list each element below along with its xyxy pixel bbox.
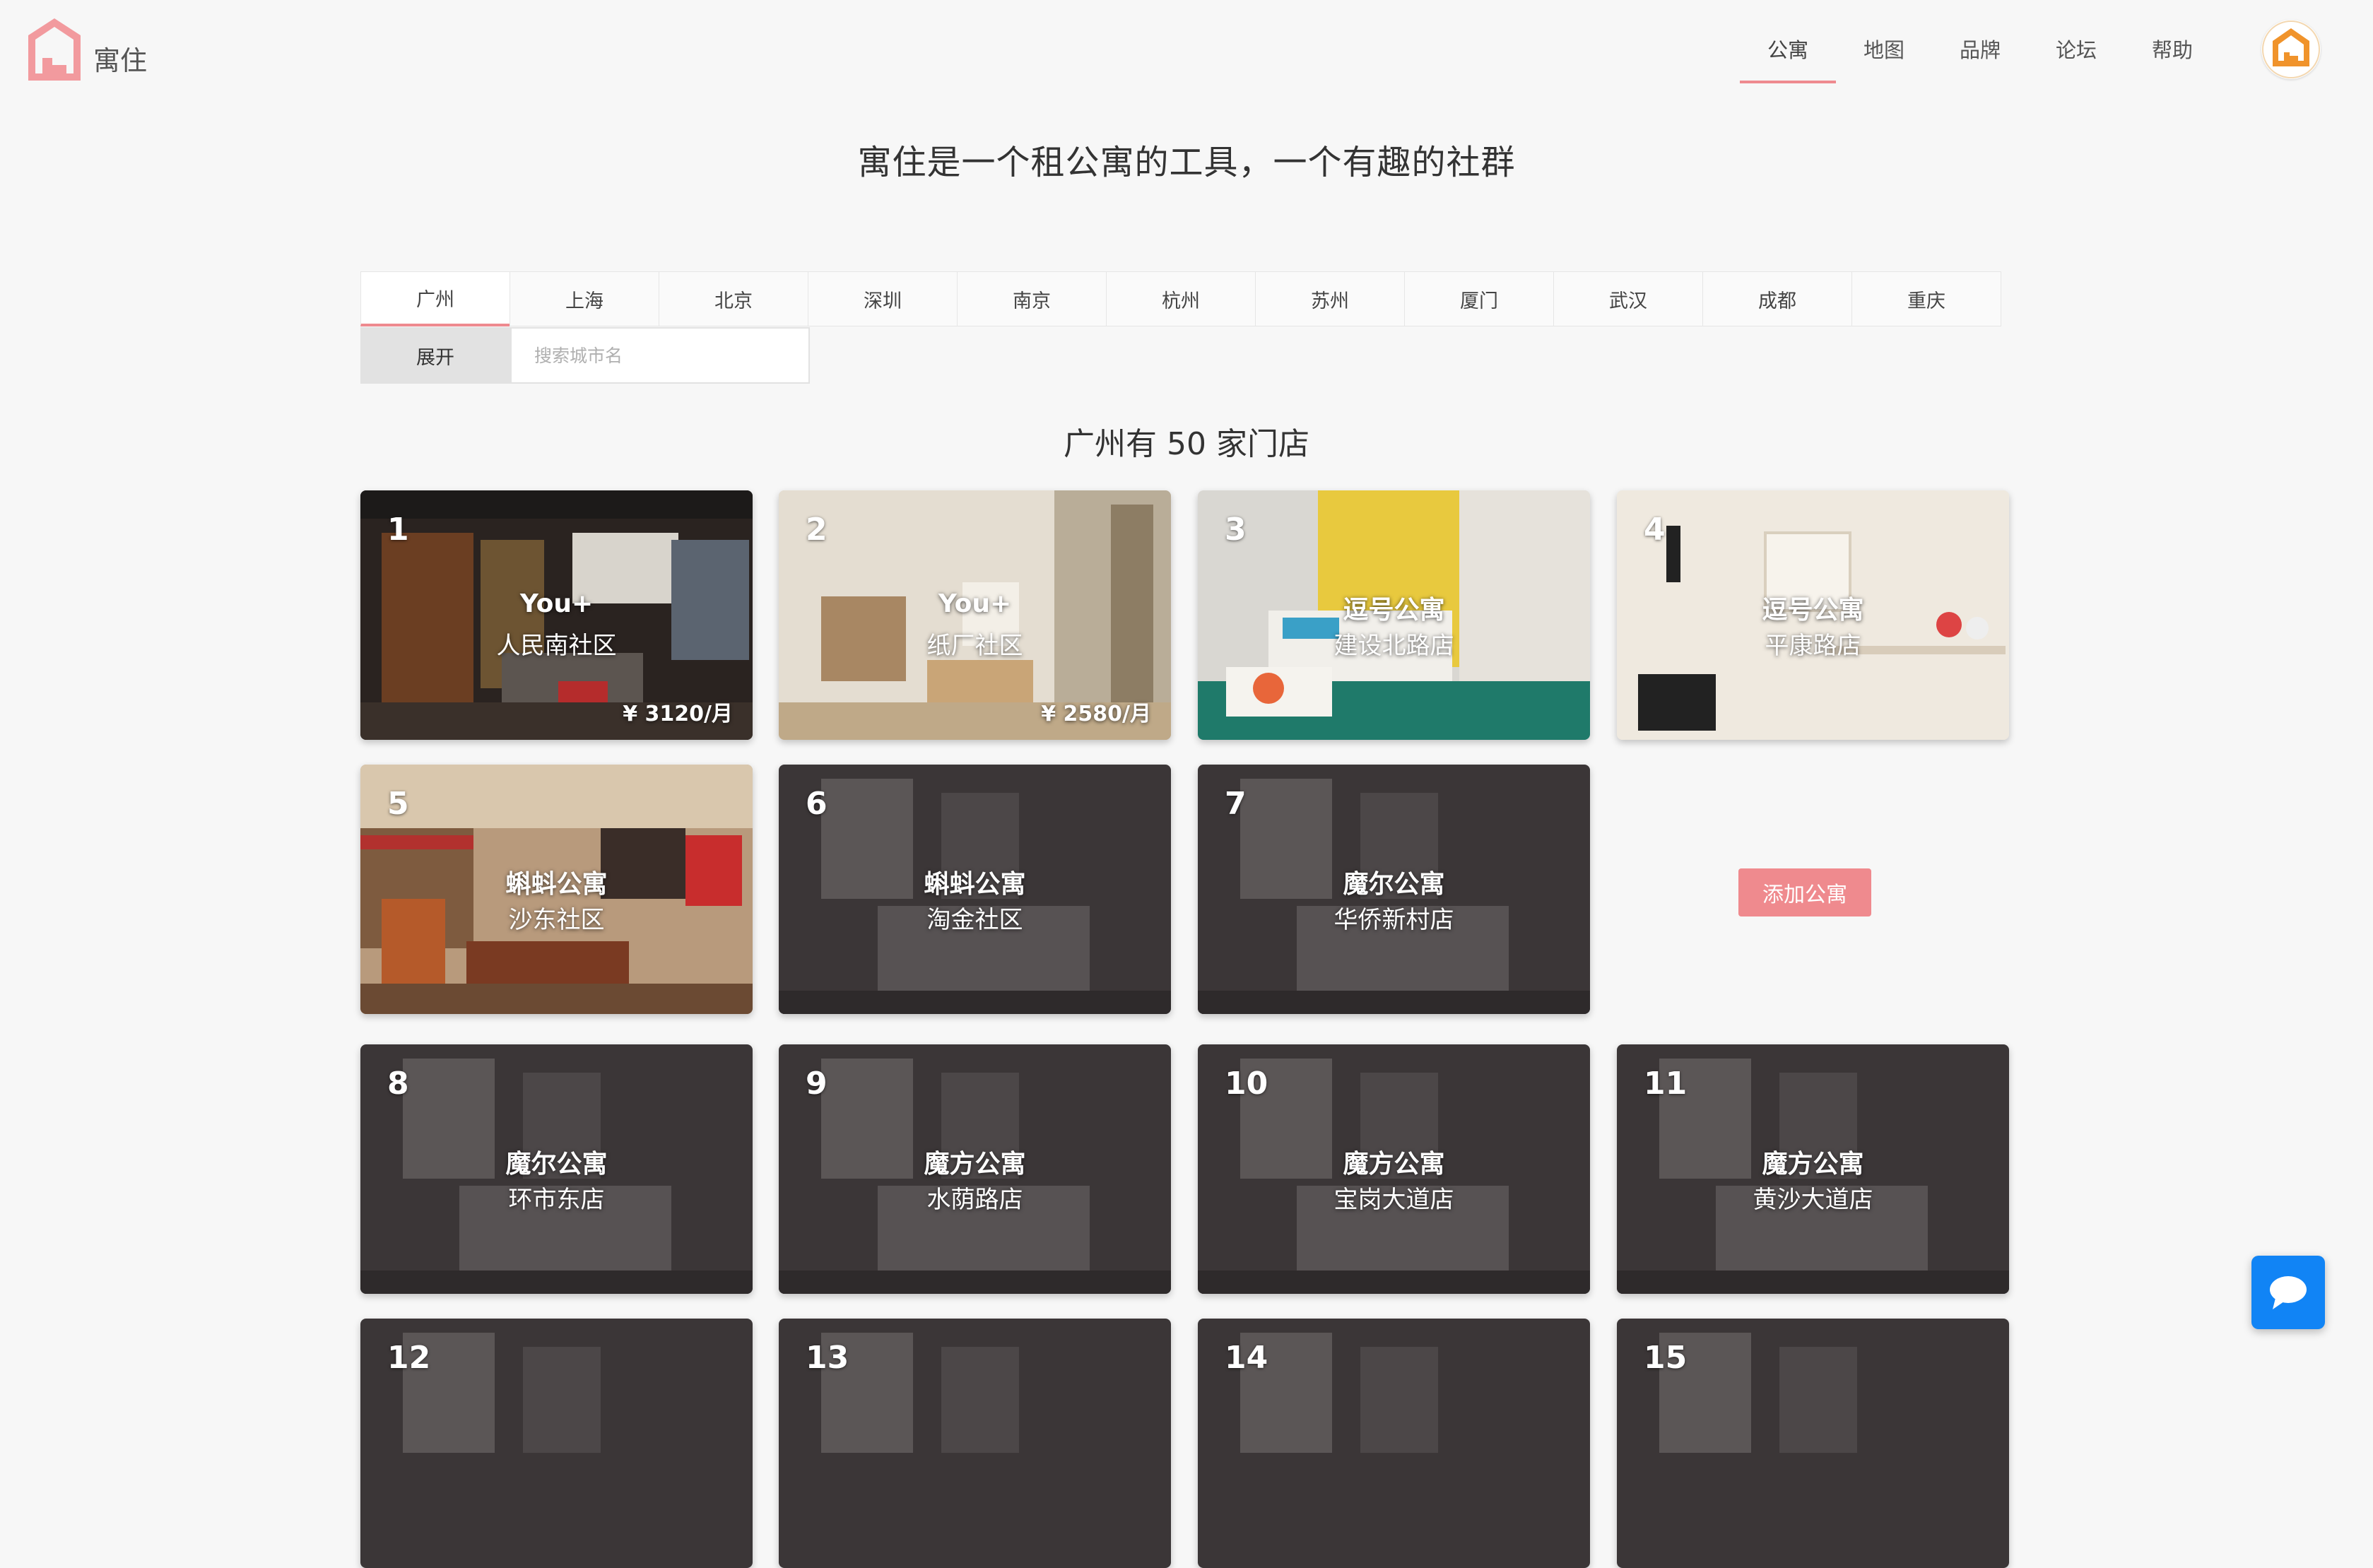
apartment-card-11[interactable]: 11 魔方公寓 黄沙大道店 xyxy=(1617,1044,2009,1294)
card-brand: 蝌蚪公寓 xyxy=(924,870,1026,899)
card-number: 4 xyxy=(1644,512,1666,548)
house-logo-icon xyxy=(28,18,81,81)
apartment-card-4[interactable]: 4 逗号公寓 平康路店 xyxy=(1617,490,2009,740)
apartment-card-7[interactable]: 7 魔尔公寓 华侨新村店 xyxy=(1198,765,1590,1014)
apartment-card-14[interactable]: 14 xyxy=(1198,1319,1590,1568)
apartment-card-2[interactable]: 2 You+ 纸厂社区 ¥ 2580/月 xyxy=(779,490,1171,740)
nav-item-apartments[interactable]: 公寓 xyxy=(1740,34,1836,83)
city-tab-xiamen[interactable]: 厦门 xyxy=(1404,271,1554,326)
city-tab-guangzhou[interactable]: 广州 xyxy=(360,271,510,326)
apartment-card-6[interactable]: 6 蝌蚪公寓 淘金社区 xyxy=(779,765,1171,1014)
card-branch: 环市东店 xyxy=(508,1186,605,1214)
card-number: 14 xyxy=(1225,1340,1268,1376)
apartment-card-10[interactable]: 10 魔方公寓 宝岗大道店 xyxy=(1198,1044,1590,1294)
apartment-card-12[interactable]: 12 xyxy=(360,1319,753,1568)
card-number: 5 xyxy=(387,786,409,822)
card-branch: 纸厂社区 xyxy=(926,632,1023,660)
card-number: 3 xyxy=(1225,512,1247,548)
card-number: 13 xyxy=(806,1340,849,1376)
card-number: 11 xyxy=(1644,1066,1688,1102)
card-brand: 魔尔公寓 xyxy=(1343,870,1445,899)
nav-item-map[interactable]: 地图 xyxy=(1836,34,1932,83)
card-brand: 逗号公寓 xyxy=(1343,596,1445,625)
city-tabs: 广州 上海 北京 深圳 南京 杭州 苏州 厦门 武汉 成都 重庆 xyxy=(360,271,2001,326)
city-row-2: 展开 xyxy=(360,327,810,384)
nav-item-brands[interactable]: 品牌 xyxy=(1932,34,2028,83)
card-number: 9 xyxy=(806,1066,828,1102)
card-branch: 水荫路店 xyxy=(926,1186,1023,1214)
apartment-card-13[interactable]: 13 xyxy=(779,1319,1171,1568)
card-price: ¥ 2580/月 xyxy=(1041,702,1151,726)
card-number: 15 xyxy=(1644,1340,1688,1376)
card-brand: 魔尔公寓 xyxy=(505,1150,608,1179)
card-number: 8 xyxy=(387,1066,409,1102)
card-branch: 宝岗大道店 xyxy=(1333,1186,1454,1214)
card-branch: 华侨新村店 xyxy=(1333,906,1454,934)
apartment-card-8[interactable]: 8 魔尔公寓 环市东店 xyxy=(360,1044,753,1294)
city-tab-shenzhen[interactable]: 深圳 xyxy=(808,271,958,326)
card-branch: 淘金社区 xyxy=(926,906,1023,934)
main-nav: 公寓 地图 品牌 论坛 帮助 xyxy=(1740,34,2220,83)
city-tab-hangzhou[interactable]: 杭州 xyxy=(1106,271,1256,326)
card-branch: 平康路店 xyxy=(1765,632,1861,660)
city-search-input[interactable] xyxy=(510,327,810,384)
card-branch: 人民南社区 xyxy=(496,632,617,660)
card-brand: 魔方公寓 xyxy=(924,1150,1026,1179)
card-price: ¥ 3120/月 xyxy=(623,702,733,726)
card-branch: 沙东社区 xyxy=(508,906,605,934)
card-number: 1 xyxy=(387,512,409,548)
card-branch: 建设北路店 xyxy=(1333,632,1454,660)
card-number: 7 xyxy=(1225,786,1247,822)
page-slogan: 寓住是一个租公寓的工具，一个有趣的社群 xyxy=(857,143,1516,182)
city-tab-wuhan[interactable]: 武汉 xyxy=(1553,271,1703,326)
card-brand: 魔方公寓 xyxy=(1343,1150,1445,1179)
card-number: 6 xyxy=(806,786,828,822)
app-name: 寓住 xyxy=(93,45,148,76)
store-count-title: 广州有 50 家门店 xyxy=(1064,426,1309,462)
card-brand: You+ xyxy=(938,589,1012,618)
app-logo[interactable]: 寓住 xyxy=(24,16,147,85)
apartment-card-15[interactable]: 15 xyxy=(1617,1319,2009,1568)
card-number: 10 xyxy=(1225,1066,1268,1102)
card-brand: You+ xyxy=(519,589,594,618)
card-brand: 蝌蚪公寓 xyxy=(505,870,608,899)
city-tab-suzhou[interactable]: 苏州 xyxy=(1255,271,1405,326)
apartment-card-9[interactable]: 9 魔方公寓 水荫路店 xyxy=(779,1044,1171,1294)
card-number: 2 xyxy=(806,512,828,548)
card-brand: 魔方公寓 xyxy=(1762,1150,1864,1179)
city-tab-nanjing[interactable]: 南京 xyxy=(957,271,1107,326)
card-branch: 黄沙大道店 xyxy=(1753,1186,1873,1214)
chat-bubble-icon xyxy=(2270,1276,2307,1309)
nav-item-forum[interactable]: 论坛 xyxy=(2028,34,2124,83)
city-tab-shanghai[interactable]: 上海 xyxy=(510,271,659,326)
card-brand: 逗号公寓 xyxy=(1762,596,1864,625)
apartment-card-3[interactable]: 3 逗号公寓 建设北路店 xyxy=(1198,490,1590,740)
user-avatar[interactable] xyxy=(2261,20,2321,79)
user-avatar-icon xyxy=(2262,20,2320,78)
chat-button[interactable] xyxy=(2251,1256,2325,1329)
nav-item-help[interactable]: 帮助 xyxy=(2124,34,2220,83)
expand-cities-button[interactable]: 展开 xyxy=(360,327,510,384)
city-tab-chengdu[interactable]: 成都 xyxy=(1702,271,1852,326)
add-apartment-button[interactable]: 添加公寓 xyxy=(1738,868,1871,916)
city-tab-beijing[interactable]: 北京 xyxy=(659,271,808,326)
apartment-card-1[interactable]: 1 You+ 人民南社区 ¥ 3120/月 xyxy=(360,490,753,740)
city-tab-chongqing[interactable]: 重庆 xyxy=(1851,271,2001,326)
card-number: 12 xyxy=(387,1340,431,1376)
apartment-card-5[interactable]: 5 蝌蚪公寓 沙东社区 xyxy=(360,765,753,1014)
